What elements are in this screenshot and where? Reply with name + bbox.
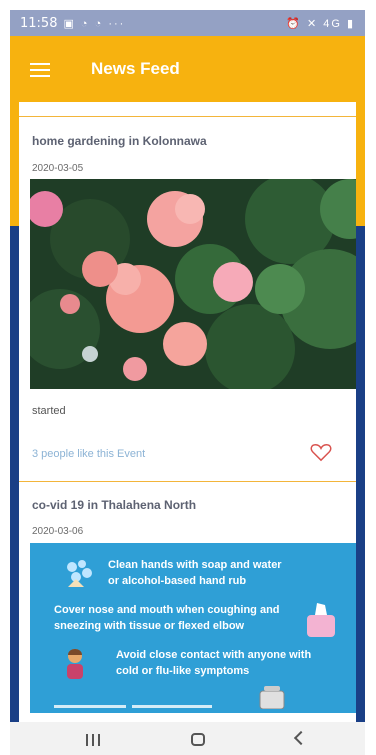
left-bezel bbox=[0, 0, 10, 755]
recent-apps-icon[interactable] bbox=[86, 734, 100, 746]
post-title[interactable]: home gardening in Kolonnawa bbox=[32, 134, 207, 148]
poster-text: Cover nose and mouth when coughing and bbox=[54, 604, 280, 616]
divider bbox=[19, 116, 356, 117]
poster-text: sneezing with tissue or flexed elbow bbox=[54, 620, 245, 632]
post-image[interactable]: Clean hands with soap and water or alcoh… bbox=[30, 543, 356, 713]
divider bbox=[19, 481, 356, 482]
system-nav-bar bbox=[10, 722, 365, 755]
app-bar: News Feed bbox=[10, 36, 365, 106]
hamburger-menu-icon[interactable] bbox=[30, 63, 50, 77]
post-image[interactable] bbox=[30, 179, 356, 389]
page-title: News Feed bbox=[91, 59, 180, 78]
poster-text-cutoff bbox=[54, 705, 126, 708]
heart-icon[interactable] bbox=[310, 442, 332, 462]
right-bezel bbox=[365, 0, 376, 755]
notification-icons: ▣ ◔ ◔ ··· bbox=[63, 17, 126, 30]
back-icon[interactable] bbox=[293, 730, 309, 746]
poster-text-cutoff bbox=[132, 705, 212, 708]
person-coughing-icon bbox=[67, 649, 83, 679]
poster-text: cold or flu-like symptoms bbox=[116, 665, 250, 677]
system-icons: ⏰ ✕ 4G ▮ bbox=[286, 17, 355, 30]
status-time: 11:58 bbox=[20, 15, 58, 31]
poster-text: or alcohol-based hand rub bbox=[108, 575, 247, 587]
likes-count-text: 3 people like this Event bbox=[32, 448, 146, 460]
tissue-box-icon bbox=[307, 603, 335, 637]
status-bar: 11:58 ▣ ◔ ◔ ··· ⏰ ✕ 4G ▮ bbox=[10, 10, 365, 36]
cooking-pot-icon bbox=[259, 686, 285, 709]
post-date: 2020-03-06 bbox=[32, 526, 84, 537]
news-feed-list[interactable]: home gardening in Kolonnawa 2020-03-05 s… bbox=[19, 102, 356, 722]
flowers-photo bbox=[30, 179, 356, 389]
post-title[interactable]: co-vid 19 in Thalahena North bbox=[32, 498, 196, 512]
post-description: started bbox=[32, 405, 66, 417]
poster-text: Avoid close contact with anyone with bbox=[116, 649, 312, 661]
poster-text: Clean hands with soap and water bbox=[108, 559, 282, 571]
hand-wash-icon bbox=[67, 560, 92, 587]
home-icon[interactable] bbox=[191, 733, 205, 746]
post-date: 2020-03-05 bbox=[32, 163, 84, 174]
app-frame: 11:58 ▣ ◔ ◔ ··· ⏰ ✕ 4G ▮ News Feed home … bbox=[10, 10, 365, 722]
phone-screen: 11:58 ▣ ◔ ◔ ··· ⏰ ✕ 4G ▮ News Feed home … bbox=[0, 0, 376, 755]
